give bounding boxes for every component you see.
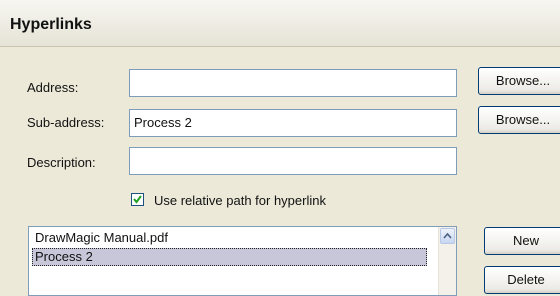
relative-path-label[interactable]: Use relative path for hyperlink [154,193,326,208]
chevron-up-icon [443,232,452,239]
hyperlinks-list[interactable]: DrawMagic Manual.pdf Process 2 [28,226,457,296]
address-browse-button[interactable]: Browse... [478,67,560,95]
relative-path-checkbox[interactable] [131,193,144,206]
dialog-title: Hyperlinks [10,16,92,33]
list-item[interactable]: DrawMagic Manual.pdf [32,229,168,247]
description-input[interactable] [129,147,457,175]
address-input[interactable] [129,69,457,97]
dialog-title-bar: Hyperlinks [0,0,560,47]
address-label: Address: [27,80,79,95]
sub-address-browse-button[interactable]: Browse... [478,106,560,134]
scroll-up-button[interactable] [440,228,455,244]
sub-address-input[interactable]: Process 2 [129,109,457,137]
list-scrollbar[interactable] [438,227,456,295]
checkmark-icon [133,195,142,204]
delete-button[interactable]: Delete [484,266,560,294]
sub-address-label: Sub-address: [27,115,105,130]
new-button[interactable]: New [484,227,560,255]
description-label: Description: [27,155,96,170]
list-item[interactable]: Process 2 [32,248,427,266]
